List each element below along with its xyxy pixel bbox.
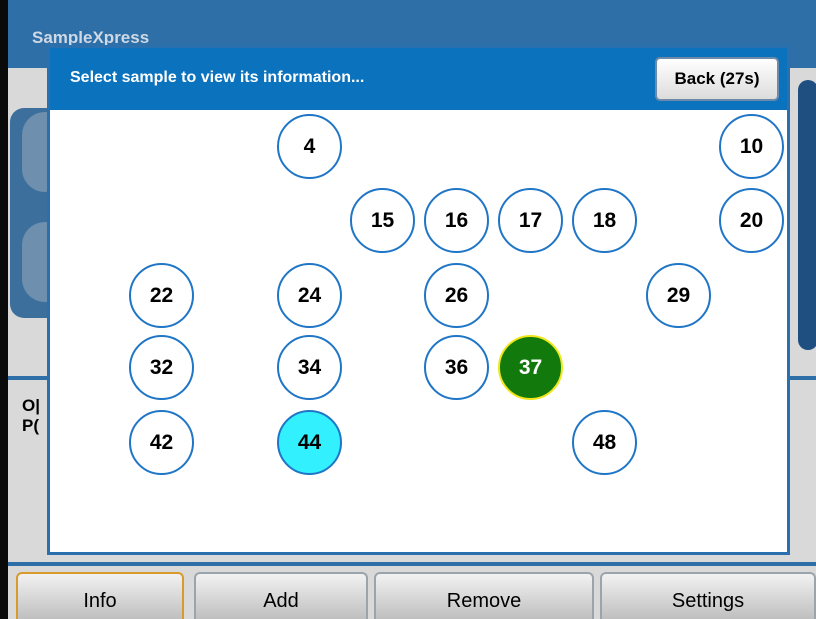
sample-button-34[interactable]: 34 [277,335,342,400]
sample-button-26[interactable]: 26 [424,263,489,328]
sample-button-36[interactable]: 36 [424,335,489,400]
sample-button-18[interactable]: 18 [572,188,637,253]
sample-button-22[interactable]: 22 [129,263,194,328]
sample-button-29[interactable]: 29 [646,263,711,328]
bottom-tab-bar: Info Add Remove Settings [8,570,816,619]
sample-button-24[interactable]: 24 [277,263,342,328]
sample-button-48[interactable]: 48 [572,410,637,475]
background-panel-right [798,80,816,350]
sample-button-4[interactable]: 4 [277,114,342,179]
sample-button-37[interactable]: 37 [498,335,563,400]
tab-remove[interactable]: Remove [374,572,594,619]
back-button[interactable]: Back (27s) [655,57,779,101]
dialog-header: Select sample to view its information...… [50,48,787,110]
sample-button-15[interactable]: 15 [350,188,415,253]
sample-button-20[interactable]: 20 [719,188,784,253]
tab-settings[interactable]: Settings [600,572,816,619]
tab-info[interactable]: Info [16,572,184,619]
sample-button-17[interactable]: 17 [498,188,563,253]
sample-select-dialog: Select sample to view its information...… [47,45,790,555]
sample-button-44[interactable]: 44 [277,410,342,475]
background-bottom-divider [8,562,816,566]
background-label-1: O| [22,396,40,415]
sample-button-10[interactable]: 10 [719,114,784,179]
sample-button-16[interactable]: 16 [424,188,489,253]
tab-add[interactable]: Add [194,572,368,619]
background-label-2: P( [22,416,39,435]
sample-button-32[interactable]: 32 [129,335,194,400]
dialog-title: Select sample to view its information... [70,69,365,86]
sample-button-42[interactable]: 42 [129,410,194,475]
